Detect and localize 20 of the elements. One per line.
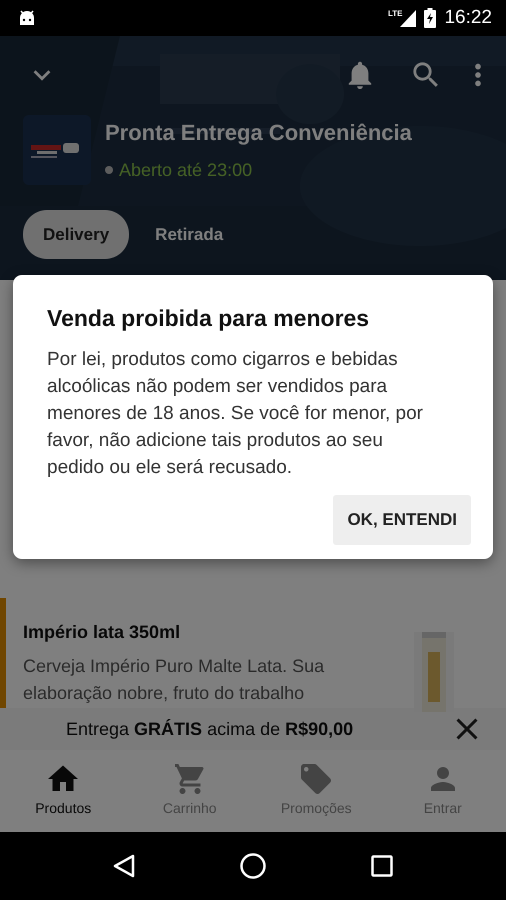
nav-tab[interactable]: Promoções <box>253 760 380 832</box>
recents-icon[interactable] <box>371 855 394 877</box>
dialog-message: Por lei, produtos como cigarros e bebidas alcoólicas não podem ser vendidos para menores de 18 anos. Se você for menor, por favor, não adicione tais produtos ao seu pedido ou ele será recusado. <box>47 348 424 480</box>
android-icon <box>18 10 36 26</box>
promo-message: Entrega GRÁTIS acima de R$90,00 <box>66 718 354 740</box>
dialog-title: Venda proibida para menores <box>47 305 370 332</box>
tag-icon <box>301 764 332 794</box>
confirm-button[interactable]: OK, ENTENDI <box>333 495 471 545</box>
back-icon[interactable] <box>112 854 135 878</box>
nav-tab[interactable]: Produtos <box>0 760 126 832</box>
nav-tab[interactable]: Entrar <box>380 760 506 832</box>
home-button-icon[interactable] <box>240 853 266 879</box>
network-type: LTE <box>388 9 402 18</box>
home-icon <box>48 764 78 794</box>
battery-icon <box>424 8 436 28</box>
cart-icon <box>174 764 205 794</box>
product-description: Cerveja Império Puro Malte Lata. Sua elaboração nobre, fruto do trabalho <box>23 655 326 705</box>
clock: 16:22 <box>444 7 492 29</box>
product-name: Império lata 350ml <box>23 622 182 643</box>
nav-tab[interactable]: Carrinho <box>126 760 253 832</box>
